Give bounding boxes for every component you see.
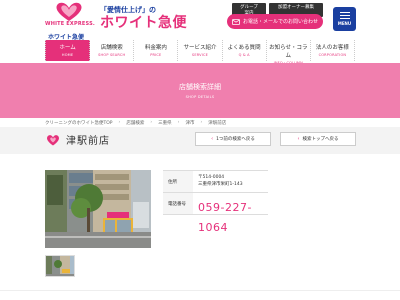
global-nav: ホーム HOME 店舗検索 SHOP SEARCH 料金案内 PRICE サービ… bbox=[45, 40, 355, 65]
nav-sub: Q & A bbox=[238, 53, 250, 57]
nav-item-info-column[interactable]: お知らせ・コラム INFO・COLUMN bbox=[267, 40, 311, 65]
chevron-left-icon: ‹ bbox=[211, 136, 214, 142]
breadcrumb-item-top[interactable]: クリーニングのホワイト急便TOP bbox=[45, 120, 113, 126]
store-photo bbox=[45, 170, 151, 248]
phone-mail-icon bbox=[232, 18, 240, 25]
contact-button[interactable]: お電話・メールでのお問い合わせ bbox=[227, 14, 323, 29]
breadcrumb-item-prefecture[interactable]: 三重県 bbox=[158, 120, 172, 126]
hamburger-icon bbox=[339, 12, 350, 19]
chevron-right-icon: › bbox=[177, 120, 180, 125]
chevron-right-icon: › bbox=[200, 120, 203, 125]
nav-item-service[interactable]: サービス紹介 SERVICE bbox=[178, 40, 223, 61]
nav-label: 料金案内 bbox=[144, 45, 167, 51]
menu-label: MENU bbox=[337, 21, 352, 26]
nav-sub: CORPORATION bbox=[318, 53, 347, 57]
nav-label: 法人のお客様 bbox=[315, 45, 349, 51]
chevron-left-icon: ‹ bbox=[297, 136, 300, 142]
search-top-button-label: 検索トップへ戻る bbox=[302, 137, 339, 142]
nav-item-price[interactable]: 料金案内 PRICE bbox=[134, 40, 179, 61]
address-value: 〒514-0004 三重県津市栄町1-143 bbox=[193, 171, 268, 192]
address-label: 住所 bbox=[163, 171, 193, 192]
nav-label: サービス紹介 bbox=[183, 45, 217, 51]
tel-row: 電話番号 059-227-1064 bbox=[163, 193, 268, 234]
menu-button[interactable]: MENU bbox=[333, 7, 356, 31]
heart-logo-icon bbox=[56, 2, 82, 21]
page-banner: 店舗検索詳細 SHOP DETAILS bbox=[0, 63, 400, 118]
tel-label: 電話番号 bbox=[163, 193, 193, 214]
thumbnail-image bbox=[46, 256, 74, 276]
back-button-label: 1つ前の検索へ戻る bbox=[216, 137, 255, 142]
slogan-top: 「愛情仕上げ」の bbox=[100, 6, 156, 14]
tel-value-cell: 059-227-1064 bbox=[193, 193, 268, 234]
nav-item-faq[interactable]: よくある質問 Q & A bbox=[223, 40, 267, 61]
nav-sub: SERVICE bbox=[191, 53, 209, 57]
nav-sub: HOME bbox=[61, 53, 74, 57]
back-to-search-top-button[interactable]: ‹ 検索トップへ戻る bbox=[280, 132, 356, 146]
nav-label: 店舗検索 bbox=[100, 45, 123, 51]
store-photo-thumbnail[interactable] bbox=[45, 255, 75, 277]
divider bbox=[0, 290, 400, 300]
nav-label: よくある質問 bbox=[227, 45, 261, 51]
breadcrumb-item-current: 津駅前店 bbox=[208, 121, 227, 126]
chevron-right-icon: › bbox=[118, 120, 121, 125]
logo-text: WHITE EXPRESS. bbox=[44, 21, 95, 27]
tel-number[interactable]: 059-227-1064 bbox=[198, 201, 252, 234]
store-info-table: 住所 〒514-0004 三重県津市栄町1-143 電話番号 059-227-1… bbox=[163, 170, 268, 234]
address-text: 三重県津市栄町1-143 bbox=[198, 182, 243, 187]
page-title: 店舗検索詳細 bbox=[179, 83, 221, 91]
slogan: 「愛情仕上げ」の ホワイト急便 bbox=[100, 5, 187, 31]
nav-sub: PRICE bbox=[150, 53, 162, 57]
slogan-main: ホワイト急便 bbox=[100, 15, 187, 31]
nav-label: ホーム bbox=[59, 45, 76, 51]
breadcrumb-item-shop-search[interactable]: 店舗検索 bbox=[126, 120, 144, 126]
store-photo-image bbox=[45, 170, 151, 248]
breadcrumb: クリーニングのホワイト急便TOP › 店舗検索 › 三重県 › 津市 › 津駅前… bbox=[45, 120, 226, 126]
postal-code: 〒514-0004 bbox=[198, 175, 225, 180]
store-name: 津駅前店 bbox=[66, 136, 110, 147]
nav-label: お知らせ・コラム bbox=[269, 45, 308, 59]
nav-item-home[interactable]: ホーム HOME bbox=[45, 40, 91, 61]
nav-item-shop-search[interactable]: 店舗検索 SHOP SEARCH bbox=[90, 40, 135, 61]
page-subtitle: SHOP DETAILS bbox=[185, 95, 215, 99]
site-logo[interactable]: WHITE EXPRESS. ホワイト急便 bbox=[40, 2, 98, 42]
nav-item-corporation[interactable]: 法人のお客様 CORPORATION bbox=[311, 40, 355, 61]
back-to-previous-search-button[interactable]: ‹ 1つ前の検索へ戻る bbox=[195, 132, 271, 146]
nav-sub: SHOP SEARCH bbox=[98, 53, 126, 57]
breadcrumb-item-city[interactable]: 津市 bbox=[185, 120, 194, 126]
address-row: 住所 〒514-0004 三重県津市栄町1-143 bbox=[163, 171, 268, 193]
contact-button-label: お電話・メールでのお問い合わせ bbox=[242, 19, 318, 25]
chevron-right-icon: › bbox=[150, 120, 153, 125]
site-header: WHITE EXPRESS. ホワイト急便 「愛情仕上げ」の ホワイト急便 グル… bbox=[0, 0, 400, 42]
heart-icon bbox=[47, 135, 59, 146]
